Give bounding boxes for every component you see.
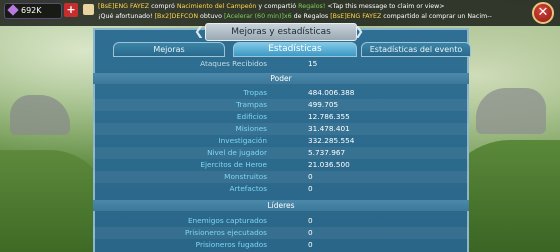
stat-value: 484.006.388 [308, 88, 355, 97]
chat-text: ¡Qué afortunado! [98, 13, 155, 20]
chat-player-tag: [Bx2]DEFCON [154, 13, 199, 20]
gem-counter: 692K [4, 3, 62, 19]
chat-message-1[interactable]: [BsE]ENG FAYEZ compró Nacimiento del Cam… [98, 3, 445, 10]
chat-item-name: [Acelerar (60 min)]x6 [223, 13, 292, 20]
chat-text: compró [149, 3, 177, 10]
chat-item-name: Nacimiento del Campeón [176, 3, 257, 10]
tab-mejoras[interactable]: Mejoras [113, 42, 225, 57]
chat-text: y compartió [256, 3, 299, 10]
section-header-lideres: Líderes [93, 200, 469, 211]
stat-row: Tropas 484.006.388 [93, 87, 469, 99]
stat-label: Ejercitos de Heroe [200, 160, 267, 169]
chevron-right-icon[interactable]: ❯ [352, 24, 366, 38]
stat-value: 0 [308, 228, 313, 237]
stat-row: Prisioneros fugados 0 [93, 239, 469, 251]
close-icon: ✕ [537, 5, 549, 20]
stat-row: Prisioneros ejecutados 0 [93, 227, 469, 239]
stat-row: Ejercitos de Heroe 21.036.500 [93, 159, 469, 171]
chat-gift-link[interactable]: Regalos! [298, 3, 325, 10]
stat-value: 0 [308, 172, 313, 181]
stat-label: Edificios [236, 112, 267, 121]
stat-value: 0 [308, 184, 313, 193]
stat-label: Artefactos [229, 184, 267, 193]
stat-value: 5.737.967 [308, 148, 346, 157]
gem-icon [7, 4, 19, 16]
chat-text: obtuvo [198, 13, 224, 20]
chat-message-2[interactable]: ¡Qué afortunado! [Bx2]DEFCON obtuvo [Ace… [98, 13, 492, 20]
background-rock-right [476, 88, 546, 134]
stat-row: Nivel de jugador 5.737.967 [93, 147, 469, 159]
stat-label: Tropas [243, 88, 267, 97]
add-gems-button[interactable]: + [64, 3, 78, 17]
chat-player-tag: [BsE]ENG FAYEZ [98, 3, 150, 10]
stat-value: 12.786.355 [308, 112, 350, 121]
tab-estadisticas[interactable]: Estadísticas [233, 42, 357, 57]
stat-value: 0 [308, 216, 313, 225]
tab-estadisticas-evento[interactable]: Estadísticas del evento [361, 42, 471, 57]
background-rock-left [10, 95, 70, 135]
stat-label: Prisioneros fugados [195, 240, 267, 249]
chat-text: compartido al comprar un Nacim-- [381, 13, 492, 20]
stat-label: Monstruitos [224, 172, 267, 181]
stat-value: 332.285.554 [308, 136, 355, 145]
stat-label: Investigación [218, 136, 267, 145]
stat-label: Nivel de jugador [207, 148, 267, 157]
chat-player-tag: [BsE]ENG FAYEZ [330, 13, 382, 20]
chat-speaker-icon [83, 4, 94, 15]
chat-text: <Tap this message to claim or view> [325, 3, 445, 10]
stat-label: Prisioneros ejecutados [184, 228, 267, 237]
close-button[interactable]: ✕ [532, 2, 554, 24]
stat-label: Misiones [235, 124, 267, 133]
panel-title: Mejoras y estadísticas [205, 23, 357, 41]
stat-value: 15 [308, 59, 318, 68]
stat-value: 31.478.401 [308, 124, 350, 133]
section-header-poder: Poder [93, 73, 469, 84]
stat-row: Edificios 12.786.355 [93, 111, 469, 123]
stat-label: Trampas [236, 100, 267, 109]
stat-value: 0 [308, 240, 313, 249]
stat-row: Trampas 499.705 [93, 99, 469, 111]
stat-row: Investigación 332.285.554 [93, 135, 469, 147]
stat-value: 499.705 [308, 100, 339, 109]
chevron-left-icon[interactable]: ❮ [192, 24, 206, 38]
stat-row: Misiones 31.478.401 [93, 123, 469, 135]
stat-row: Ataques Recibidos 15 [93, 58, 469, 70]
stat-row: Monstruitos 0 [93, 171, 469, 183]
stat-label: Enemigos capturados [187, 216, 267, 225]
stat-label: Ataques Recibidos [200, 59, 267, 68]
stat-row: Artefactos 0 [93, 183, 469, 195]
stat-row: Enemigos capturados 0 [93, 215, 469, 227]
chat-text: de Regalos [291, 13, 331, 20]
stat-value: 21.036.500 [308, 160, 350, 169]
gem-amount: 692K [21, 6, 42, 15]
